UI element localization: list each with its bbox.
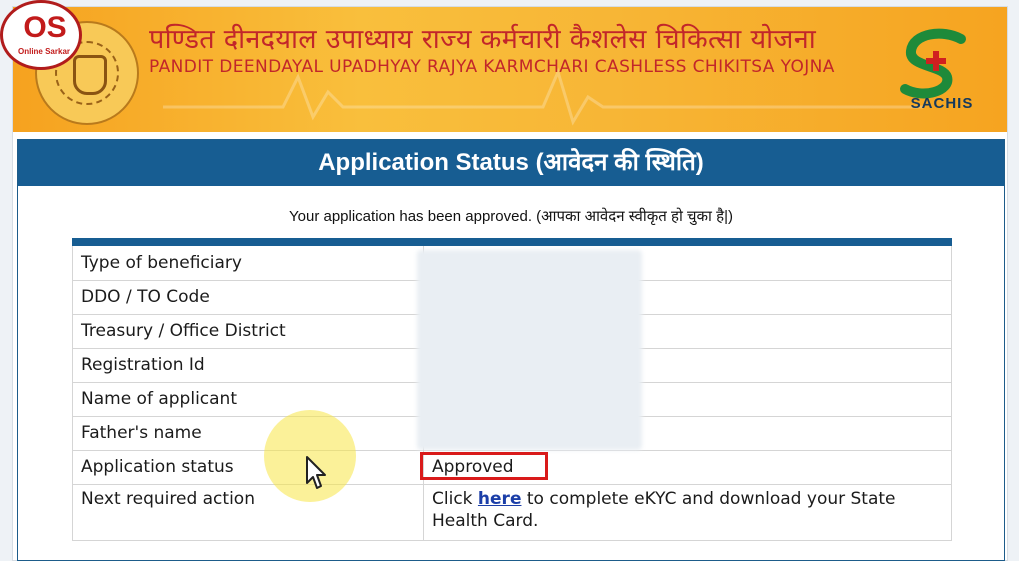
status-panel-title: Application Status (आवेदन की स्थिति) <box>18 140 1004 186</box>
mouse-cursor-icon <box>306 456 326 489</box>
next-action-prefix: Click <box>432 489 473 509</box>
table-row-application-status: Application status Approved <box>72 450 952 485</box>
ekyc-here-link[interactable]: here <box>478 489 522 509</box>
table-row-next-action: Next required action Click here to compl… <box>72 484 952 541</box>
redacted-values <box>417 250 642 450</box>
row-label: Application status <box>72 450 424 484</box>
header-banner: पण्डित दीनदयाल उपाध्याय राज्य कर्मचारी क… <box>13 7 1007 132</box>
row-label: Father's name <box>72 416 424 450</box>
emblem-icon <box>73 55 107 95</box>
next-action-text: Click here to complete eKYC and download… <box>432 488 942 532</box>
scheme-title-hindi: पण्डित दीनदयाल उपाध्याय राज्य कर्मचारी क… <box>149 24 817 55</box>
application-details-table: Type of beneficiary DDO / TO Code Treasu… <box>72 238 952 556</box>
os-watermark-text: OS <box>23 11 67 44</box>
row-label: DDO / TO Code <box>72 280 424 314</box>
scheme-title-english: PANDIT DEENDAYAL UPADHYAY RAJYA KARMCHAR… <box>149 57 835 77</box>
page-frame: पण्डित दीनदयाल उपाध्याय राज्य कर्मचारी क… <box>12 6 1008 561</box>
row-label: Next required action <box>72 484 424 540</box>
approval-message: Your application has been approved. (आपक… <box>289 208 733 225</box>
approved-highlight-box <box>420 452 548 480</box>
row-label: Type of beneficiary <box>72 246 424 280</box>
row-label: Name of applicant <box>72 382 424 416</box>
os-watermark-badge: OS Online Sarkar <box>0 0 82 70</box>
os-watermark-subtext: Online Sarkar <box>17 47 71 56</box>
row-label: Registration Id <box>72 348 424 382</box>
row-label: Treasury / Office District <box>72 314 424 348</box>
sachis-logo-text: SACHIS <box>910 95 974 112</box>
application-status-panel: Application Status (आवेदन की स्थिति) You… <box>17 139 1005 561</box>
